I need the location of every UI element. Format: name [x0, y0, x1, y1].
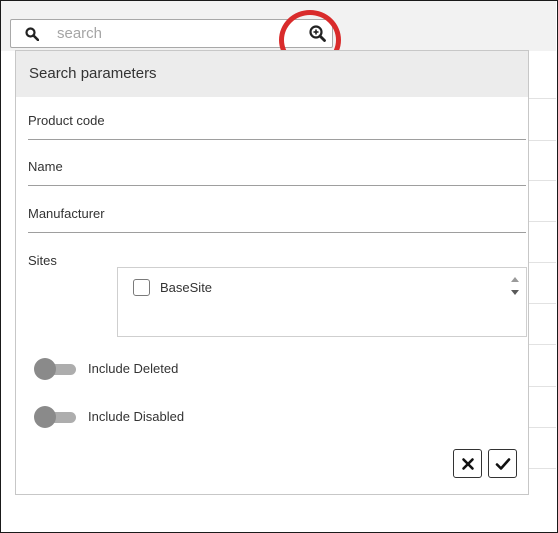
sites-label: Sites — [28, 253, 57, 268]
advanced-search-button[interactable] — [305, 23, 331, 45]
toggle-knob — [34, 406, 56, 428]
scroll-up-icon — [511, 277, 519, 282]
cancel-button[interactable] — [453, 449, 482, 478]
field-label-name: Name — [28, 159, 63, 174]
manufacturer-field[interactable]: Manufacturer — [28, 192, 526, 233]
product-code-field[interactable]: Product code — [28, 99, 526, 140]
include-deleted-toggle[interactable] — [34, 358, 76, 380]
sites-scroll-spinner[interactable] — [510, 275, 520, 297]
toggle-knob — [34, 358, 56, 380]
zoom-in-icon — [309, 25, 326, 42]
field-label-manufacturer: Manufacturer — [28, 206, 105, 221]
search-input[interactable] — [57, 23, 267, 43]
confirm-button[interactable] — [488, 449, 517, 478]
basesite-checkbox[interactable] — [133, 279, 150, 296]
sites-list[interactable]: BaseSite — [117, 267, 527, 337]
basesite-label: BaseSite — [160, 280, 213, 295]
close-icon — [461, 457, 474, 470]
field-label-product-code: Product code — [28, 113, 105, 128]
include-disabled-toggle[interactable] — [34, 406, 76, 428]
search-parameters-panel: Search parameters Product code Name Manu… — [15, 50, 529, 495]
include-deleted-label: Include Deleted — [88, 361, 179, 376]
search-bar — [10, 19, 333, 48]
check-icon — [495, 457, 510, 470]
search-icon — [25, 27, 40, 42]
panel-title: Search parameters — [29, 65, 157, 82]
scroll-down-icon — [511, 290, 519, 295]
panel-header: Search parameters — [16, 51, 528, 97]
include-disabled-label: Include Disabled — [88, 409, 185, 424]
name-field[interactable]: Name — [28, 145, 526, 186]
